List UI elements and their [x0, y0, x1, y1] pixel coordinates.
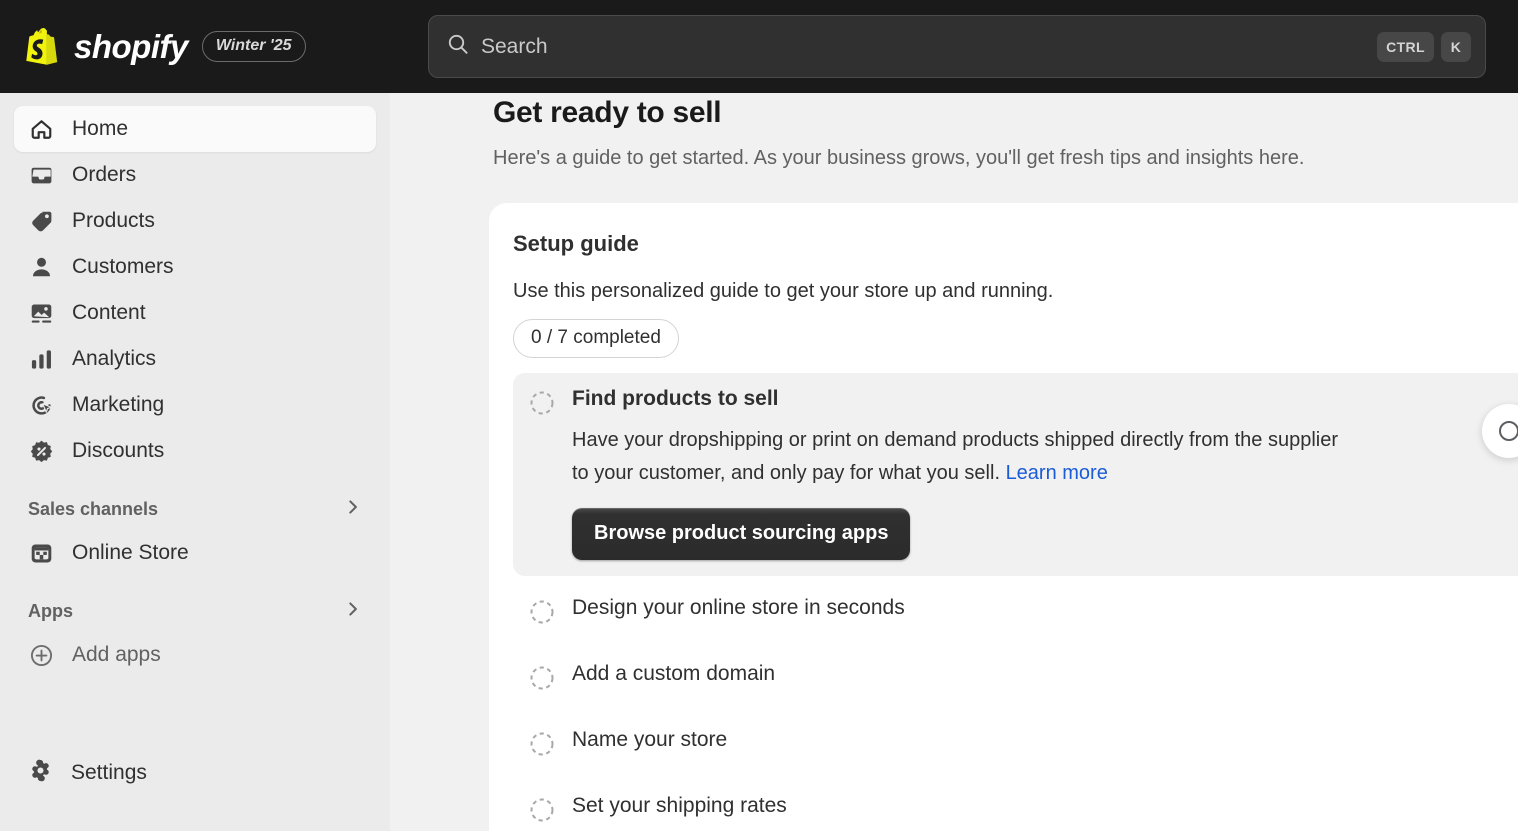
brand-logo[interactable]: shopify Winter '25	[24, 27, 414, 67]
task-title: Design your online store in seconds	[572, 596, 905, 620]
sidebar-item-label: Customers	[72, 255, 174, 278]
top-bar: shopify Winter '25 Search CTRL K	[0, 0, 1518, 93]
shopify-admin-window: shopify Winter '25 Search CTRL K Home Or…	[0, 0, 1518, 831]
main-content: Get ready to sell Here's a guide to get …	[390, 93, 1518, 831]
shopify-wordmark: shopify	[74, 27, 188, 65]
sidebar-item-analytics[interactable]: Analytics	[14, 336, 376, 382]
task-description: Have your dropshipping or print on deman…	[572, 424, 1347, 489]
setup-task-design-store[interactable]: Design your online store in seconds	[513, 579, 1518, 642]
sidebar-item-label: Products	[72, 209, 155, 232]
shortcut-k-key: K	[1441, 31, 1471, 62]
sidebar-item-customers[interactable]: Customers	[14, 244, 376, 290]
learn-more-link[interactable]: Learn more	[1006, 462, 1108, 484]
sidebar-section-label: Apps	[28, 600, 73, 621]
sidebar-item-label: Discounts	[72, 439, 165, 462]
sidebar-item-label: Content	[72, 301, 146, 324]
sidebar-item-marketing[interactable]: Marketing	[14, 382, 376, 428]
task-incomplete-circle-icon[interactable]	[529, 731, 555, 757]
sidebar-item-discounts[interactable]: Discounts	[14, 428, 376, 474]
sidebar-settings-container: Settings	[0, 750, 390, 796]
task-body: Design your online store in seconds	[572, 596, 1518, 625]
task-body: Find products to sell Have your dropship…	[572, 387, 1518, 561]
setup-task-shipping-rates[interactable]: Set your shipping rates	[513, 777, 1518, 831]
sidebar-item-online-store[interactable]: Online Store	[14, 530, 376, 576]
sidebar-section-label: Sales channels	[28, 498, 159, 519]
page-header: Get ready to sell Here's a guide to get …	[390, 93, 1518, 170]
task-body: Set your shipping rates	[572, 794, 1518, 823]
task-title: Set your shipping rates	[572, 794, 787, 818]
search-shortcut: CTRL K	[1377, 31, 1471, 62]
sidebar-item-label: Analytics	[72, 347, 157, 370]
task-incomplete-circle-icon[interactable]	[529, 665, 555, 691]
gear-icon	[28, 758, 53, 789]
shopify-bag-icon	[24, 27, 60, 67]
sidebar-item-label: Add apps	[72, 643, 161, 666]
page-subtitle: Here's a guide to get started. As your b…	[493, 147, 1305, 169]
sidebar-item-label: Settings	[71, 761, 147, 784]
search-input[interactable]: Search CTRL K	[428, 15, 1486, 78]
task-title: Find products to sell	[572, 387, 779, 410]
home-icon	[28, 116, 54, 142]
setup-guide-card: Setup guide Use this personalized guide …	[489, 203, 1518, 831]
task-description-line1: Have your dropshipping or print on deman…	[572, 429, 1230, 452]
chevron-right-icon	[344, 498, 362, 521]
sidebar-item-content[interactable]: Content	[14, 290, 376, 336]
task-body: Name your store	[572, 728, 1518, 757]
discount-percent-icon	[28, 438, 54, 464]
task-body: Add a custom domain	[572, 662, 1518, 691]
sidebar-section-sales-channels[interactable]: Sales channels	[14, 488, 376, 530]
browse-product-sourcing-apps-button[interactable]: Browse product sourcing apps	[572, 508, 911, 561]
plus-circle-icon	[28, 642, 54, 668]
sidebar-item-settings[interactable]: Settings	[14, 750, 376, 796]
shortcut-ctrl-key: CTRL	[1377, 31, 1434, 62]
task-incomplete-circle-icon[interactable]	[529, 797, 555, 823]
sidebar-item-products[interactable]: Products	[14, 198, 376, 244]
sidebar-item-label: Orders	[72, 163, 137, 186]
sidebar-item-add-apps[interactable]: Add apps	[14, 632, 376, 678]
sidebar-item-home[interactable]: Home	[14, 106, 376, 152]
sidebar-item-label: Marketing	[72, 393, 165, 416]
version-badge: Winter '25	[201, 31, 306, 62]
bar-chart-icon	[28, 346, 54, 372]
task-incomplete-circle-icon[interactable]	[529, 599, 555, 625]
product-tag-icon	[28, 208, 54, 234]
image-content-icon	[28, 300, 54, 326]
sidebar-navigation: Home Orders Products Customers Content A…	[0, 93, 390, 831]
sidebar-item-label: Home	[72, 117, 129, 140]
sidebar-item-orders[interactable]: Orders	[14, 152, 376, 198]
setup-guide-description: Use this personalized guide to get your …	[513, 280, 1054, 302]
setup-task-name-store[interactable]: Name your store	[513, 711, 1518, 774]
progress-badge: 0 / 7 completed	[513, 319, 679, 358]
chevron-right-icon	[344, 600, 362, 623]
task-title: Name your store	[572, 728, 728, 752]
orders-inbox-icon	[28, 162, 54, 188]
page-title: Get ready to sell	[493, 96, 722, 129]
search-icon	[447, 33, 469, 60]
sidebar-item-label: Online Store	[72, 541, 189, 564]
setup-guide-title: Setup guide	[513, 231, 639, 256]
target-cursor-icon	[28, 392, 54, 418]
setup-task-add-domain[interactable]: Add a custom domain	[513, 645, 1518, 708]
setup-task-find-products[interactable]: Find products to sell Have your dropship…	[513, 373, 1518, 577]
search-placeholder: Search	[481, 34, 548, 58]
task-incomplete-circle-icon[interactable]	[529, 390, 555, 416]
sidebar-section-apps[interactable]: Apps	[14, 590, 376, 632]
person-icon	[28, 254, 54, 280]
storefront-icon	[28, 540, 54, 566]
task-title: Add a custom domain	[572, 662, 776, 686]
